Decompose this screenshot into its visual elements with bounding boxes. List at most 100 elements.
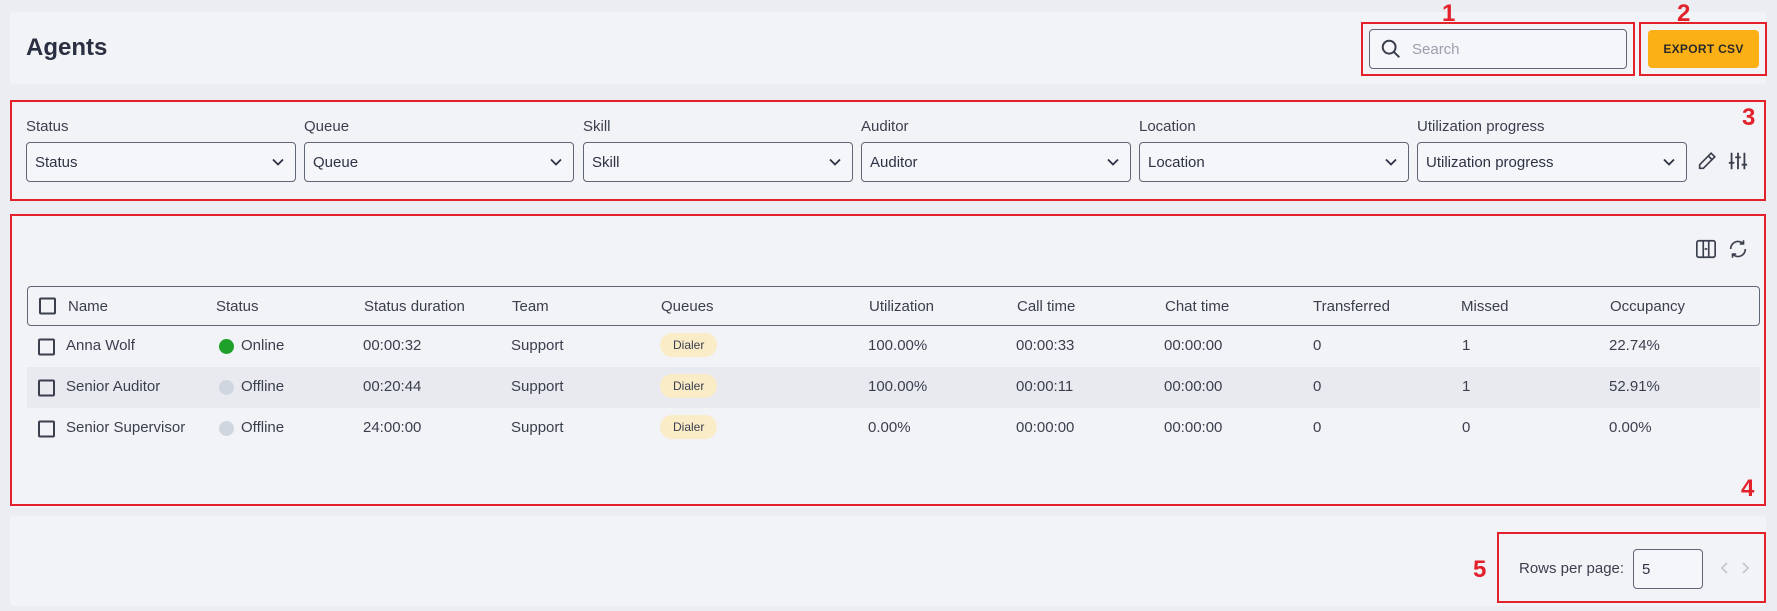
utilization: 100.00% bbox=[868, 378, 928, 395]
offline-status-dot bbox=[219, 420, 234, 436]
occupancy: 0.00% bbox=[1609, 419, 1652, 436]
team: Support bbox=[511, 419, 564, 436]
columns-icon[interactable] bbox=[1695, 238, 1717, 260]
chat-time: 00:00:00 bbox=[1164, 378, 1223, 395]
skill-select[interactable]: Skill bbox=[583, 142, 853, 182]
status-select[interactable]: Status bbox=[26, 142, 296, 182]
status-cell: Offline bbox=[219, 419, 284, 436]
filter-skill: Skill Skill bbox=[583, 118, 853, 182]
row-checkbox[interactable] bbox=[38, 379, 55, 396]
queue-cell: Dialer bbox=[660, 415, 718, 439]
select-value: Auditor bbox=[870, 153, 918, 171]
column-header-occupancy[interactable]: Occupancy bbox=[1610, 298, 1685, 315]
select-all-checkbox[interactable] bbox=[39, 297, 56, 315]
search-icon bbox=[1381, 39, 1400, 58]
status-text: Online bbox=[241, 337, 285, 354]
queue-badge: Dialer bbox=[660, 415, 718, 439]
filter-queue: Queue Queue bbox=[304, 118, 574, 182]
status-cell: Online bbox=[219, 337, 284, 354]
column-header-utilization[interactable]: Utilization bbox=[869, 298, 934, 315]
filter-status: Status Status bbox=[26, 118, 296, 182]
offline-status-dot bbox=[219, 379, 234, 395]
select-value: Queue bbox=[313, 153, 359, 171]
status-text: Offline bbox=[241, 419, 285, 436]
chevron-down-icon bbox=[1385, 158, 1397, 166]
column-header-status-duration[interactable]: Status duration bbox=[364, 298, 465, 315]
column-header-call-time[interactable]: Call time bbox=[1017, 298, 1075, 315]
filter-settings-icon[interactable] bbox=[1727, 150, 1749, 172]
status-duration: 24:00:00 bbox=[363, 419, 422, 436]
chevron-right-icon[interactable] bbox=[1739, 560, 1753, 576]
page-title: Agents bbox=[26, 34, 108, 61]
status-duration: 00:00:32 bbox=[363, 337, 422, 354]
filter-label: Location bbox=[1139, 118, 1196, 135]
chevron-down-icon bbox=[829, 158, 841, 166]
online-status-dot bbox=[219, 338, 234, 354]
queue-cell: Dialer bbox=[660, 333, 718, 357]
status-duration: 00:20:44 bbox=[363, 378, 422, 395]
utilization: 100.00% bbox=[868, 337, 928, 354]
row-checkbox[interactable] bbox=[38, 338, 55, 355]
select-value: Utilization progress bbox=[1426, 153, 1554, 171]
table-row[interactable]: Senior Auditor Offline 00:20:44 Support … bbox=[27, 367, 1760, 408]
annotation-number-4: 4 bbox=[1741, 475, 1755, 502]
location-select[interactable]: Location bbox=[1139, 142, 1409, 182]
annotation-number-2: 2 bbox=[1677, 0, 1691, 27]
status-cell: Offline bbox=[219, 378, 284, 395]
select-value: Skill bbox=[592, 153, 620, 171]
table-row[interactable]: Senior Supervisor Offline 24:00:00 Suppo… bbox=[27, 408, 1760, 449]
rows-per-page-input[interactable] bbox=[1633, 549, 1703, 589]
occupancy: 22.74% bbox=[1609, 337, 1660, 354]
select-value: Status bbox=[35, 153, 78, 171]
chevron-down-icon bbox=[1663, 158, 1675, 166]
table-row[interactable]: Anna Wolf Online 00:00:32 Support Dialer… bbox=[27, 326, 1760, 367]
chevron-left-icon[interactable] bbox=[1717, 560, 1731, 576]
queue-cell: Dialer bbox=[660, 374, 718, 398]
agent-name: Senior Auditor bbox=[66, 378, 161, 395]
call-time: 00:00:33 bbox=[1016, 337, 1075, 354]
column-header-queues[interactable]: Queues bbox=[661, 298, 714, 315]
transferred: 0 bbox=[1313, 419, 1322, 436]
team: Support bbox=[511, 337, 564, 354]
status-text: Offline bbox=[241, 378, 285, 395]
chevron-down-icon bbox=[1107, 158, 1119, 166]
column-header-transferred[interactable]: Transferred bbox=[1313, 298, 1390, 315]
agent-name: Anna Wolf bbox=[66, 337, 135, 354]
utilization: 0.00% bbox=[868, 419, 911, 436]
utilization-select[interactable]: Utilization progress bbox=[1417, 142, 1687, 182]
filter-label: Queue bbox=[304, 118, 350, 135]
call-time: 00:00:11 bbox=[1016, 378, 1074, 395]
transferred: 0 bbox=[1313, 337, 1322, 354]
annotation-number-5: 5 bbox=[1473, 556, 1487, 583]
transferred: 0 bbox=[1313, 378, 1322, 395]
filter-label: Status bbox=[26, 118, 69, 135]
column-header-missed[interactable]: Missed bbox=[1461, 298, 1509, 315]
queue-select[interactable]: Queue bbox=[304, 142, 574, 182]
annotation-number-3: 3 bbox=[1742, 104, 1756, 131]
filter-label: Utilization progress bbox=[1417, 118, 1545, 135]
team: Support bbox=[511, 378, 564, 395]
auditor-select[interactable]: Auditor bbox=[861, 142, 1131, 182]
agent-name: Senior Supervisor bbox=[66, 419, 186, 436]
filter-label: Skill bbox=[583, 118, 611, 135]
search-input[interactable] bbox=[1412, 40, 1612, 58]
chat-time: 00:00:00 bbox=[1164, 419, 1223, 436]
refresh-icon[interactable] bbox=[1727, 238, 1749, 260]
annotation-number-1: 1 bbox=[1442, 0, 1456, 27]
column-header-team[interactable]: Team bbox=[512, 298, 549, 315]
agents-table: Name Status Status duration Team Queues … bbox=[27, 286, 1760, 449]
search-box[interactable] bbox=[1369, 29, 1627, 69]
table-header: Name Status Status duration Team Queues … bbox=[27, 286, 1760, 326]
chat-time: 00:00:00 bbox=[1164, 337, 1223, 354]
column-header-chat-time[interactable]: Chat time bbox=[1165, 298, 1229, 315]
export-csv-button[interactable]: EXPORT CSV bbox=[1648, 30, 1759, 68]
filter-location: Location Location bbox=[1139, 118, 1409, 182]
eraser-icon[interactable] bbox=[1696, 150, 1718, 172]
missed: 0 bbox=[1462, 419, 1471, 436]
filter-label: Auditor bbox=[861, 118, 909, 135]
rows-per-page-label: Rows per page: bbox=[1519, 560, 1625, 577]
column-header-status[interactable]: Status bbox=[216, 298, 259, 315]
filter-auditor: Auditor Auditor bbox=[861, 118, 1131, 182]
row-checkbox[interactable] bbox=[38, 420, 55, 437]
column-header-name[interactable]: Name bbox=[68, 298, 108, 315]
